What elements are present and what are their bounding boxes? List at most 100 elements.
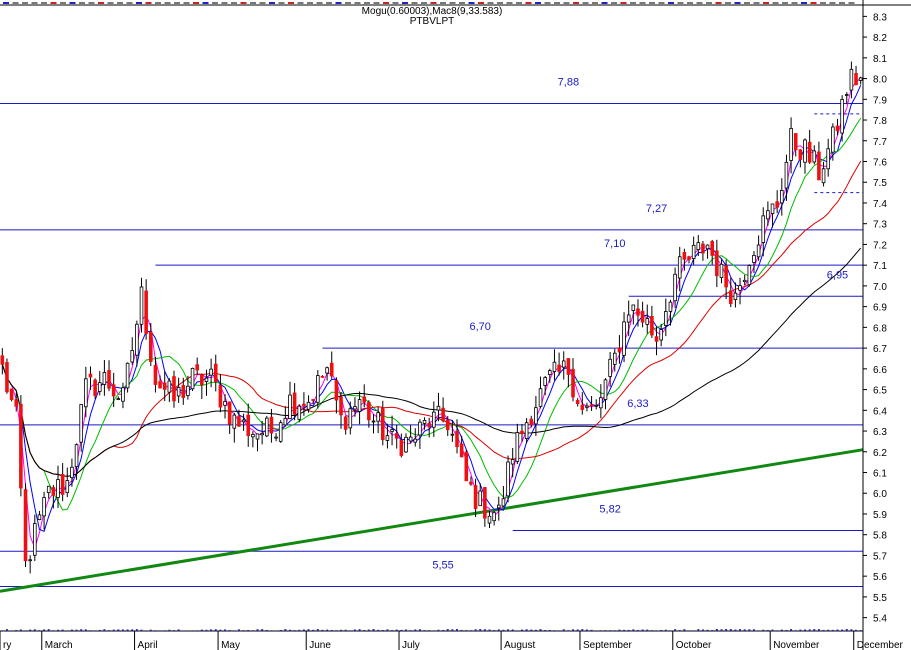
indicator-tick	[715, 2, 722, 4]
volume-bar	[126, 629, 129, 631]
volume-bar	[817, 629, 820, 631]
volume-bar	[288, 629, 291, 631]
volume-bar	[149, 629, 152, 631]
candle-body	[510, 459, 515, 465]
candle-body	[677, 256, 682, 279]
candle-body	[135, 323, 139, 356]
volume-bar	[5, 629, 8, 631]
volume-bar	[664, 629, 667, 631]
indicator-tick	[50, 2, 57, 4]
indicator-tick	[535, 2, 541, 4]
volume-bar	[836, 629, 839, 631]
candle-body	[543, 377, 547, 386]
volume-bar	[650, 630, 653, 631]
y-tick-label: 8.3	[873, 12, 887, 23]
indicator-tick	[544, 2, 551, 4]
candle-body	[682, 252, 687, 260]
candle-body	[292, 392, 297, 415]
volume-bar	[251, 630, 254, 631]
candle-body	[784, 161, 789, 189]
volume-bar	[349, 630, 352, 631]
volume-bar	[725, 629, 728, 631]
volume-bar	[618, 629, 621, 631]
indicator-tick	[801, 2, 807, 4]
candle-body	[534, 407, 538, 425]
volume-bar	[534, 629, 537, 631]
candle-body	[450, 433, 455, 436]
volume-bar	[562, 629, 565, 631]
volume-bar	[326, 629, 329, 631]
volume-bar	[794, 630, 797, 631]
volume-bar	[38, 630, 41, 631]
candle-body	[552, 361, 557, 372]
candle-body	[418, 421, 422, 436]
candle-body	[93, 379, 97, 397]
candle-body	[227, 401, 232, 425]
indicator-tick	[582, 2, 589, 4]
candle-body	[23, 489, 28, 562]
volume-bar	[743, 629, 746, 631]
volume-bar	[98, 629, 101, 631]
candle-body	[520, 430, 524, 435]
volume-bar	[94, 630, 97, 631]
candle-body	[376, 412, 380, 422]
volume-bar	[24, 630, 27, 631]
volume-bar	[678, 630, 681, 631]
candle-body	[51, 487, 56, 496]
indicator-tick	[820, 2, 826, 4]
indicator-tick	[326, 2, 332, 4]
candle-body	[752, 255, 756, 263]
volume-bar	[497, 629, 500, 631]
y-tick-label: 6.8	[873, 323, 887, 334]
month-label: ry	[3, 640, 11, 650]
volume-bar	[822, 629, 825, 631]
indicator-tick	[79, 2, 85, 4]
volume-bar	[154, 630, 157, 631]
volume-bar	[711, 630, 714, 631]
indicator-tick	[231, 2, 237, 4]
candle-body	[186, 385, 190, 396]
volume-bar	[776, 630, 779, 631]
indicator-tick	[12, 2, 19, 4]
volume-bar	[228, 630, 231, 631]
volume-bar	[688, 630, 691, 631]
candle-body	[14, 399, 19, 407]
candle-body	[478, 490, 483, 507]
candle-body	[404, 436, 408, 453]
volume-bar	[841, 629, 844, 631]
candle-body	[260, 433, 264, 436]
volume-bar	[790, 629, 793, 631]
candle-body	[209, 368, 213, 376]
candle-body	[840, 99, 844, 134]
level-label: 7,88	[558, 76, 579, 88]
indicator-tick	[687, 2, 693, 4]
volume-bar	[437, 629, 440, 631]
y-tick-label: 7.3	[873, 220, 887, 231]
candle-body	[19, 403, 23, 489]
volume-bar	[757, 630, 760, 631]
volume-bar	[377, 629, 380, 631]
indicator-tick	[41, 2, 47, 4]
volume-bar	[544, 629, 547, 631]
volume-bar	[386, 629, 389, 631]
candle-body	[334, 380, 339, 401]
indicator-tick	[250, 2, 256, 4]
candle-body	[756, 244, 761, 258]
indicator-tick	[630, 2, 636, 4]
candle-body	[849, 68, 854, 91]
candle-body	[60, 474, 65, 495]
indicator-tick	[753, 2, 760, 4]
volume-bar	[163, 630, 166, 631]
candle-body	[288, 394, 292, 419]
candle-body	[459, 443, 464, 458]
volume-bar	[525, 629, 528, 631]
volume-bar	[404, 629, 407, 631]
candle-body	[445, 419, 450, 431]
candle-body	[622, 321, 626, 356]
y-tick-label: 5.8	[873, 531, 887, 542]
volume-bar	[29, 629, 32, 631]
volume-bar	[799, 629, 802, 631]
candle-body	[422, 420, 427, 424]
indicator-tick	[478, 2, 484, 4]
volume-bar	[831, 629, 834, 631]
